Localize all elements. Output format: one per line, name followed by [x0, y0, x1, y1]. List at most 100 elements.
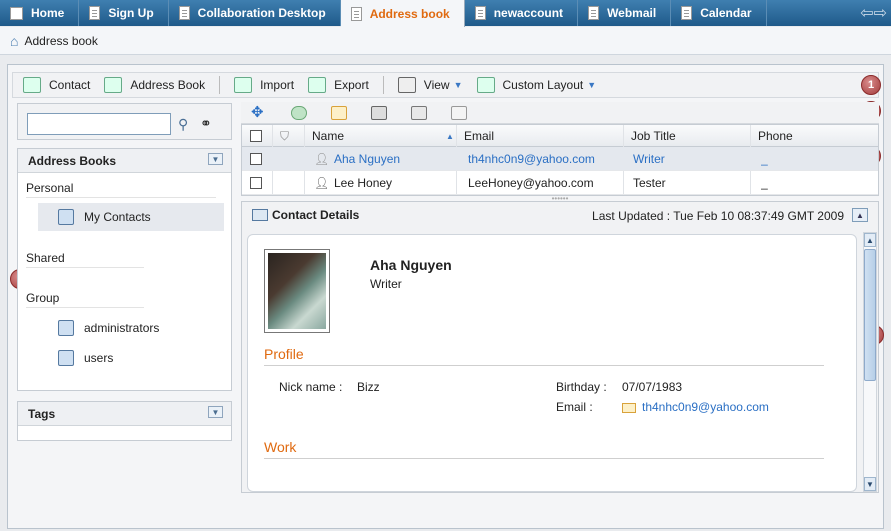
divider: [264, 458, 824, 459]
birthday-value: 07/07/1983: [622, 380, 683, 394]
contact-phone: _: [761, 176, 768, 190]
contact-icon: 👤︎: [314, 176, 330, 190]
scroll-up-icon[interactable]: ▲: [864, 233, 876, 247]
view-label: View: [423, 78, 450, 92]
tab-home[interactable]: Home: [0, 0, 80, 26]
contact-photo: [264, 249, 330, 333]
users-label: users: [84, 351, 114, 365]
binoculars-icon[interactable]: ⚭: [200, 115, 212, 132]
table-row[interactable]: 👤︎ Aha Nguyen th4nhc0n9@yahoo.com Writer…: [242, 147, 878, 171]
document-icon: [681, 6, 693, 20]
address-books-header: Address Books ▼: [18, 149, 231, 173]
last-updated-text: Last Updated : Tue Feb 10 08:37:49 GMT 2…: [592, 209, 844, 223]
import-icon: [234, 77, 253, 93]
tab-newaccount[interactable]: newaccount: [465, 0, 579, 26]
view-dropdown[interactable]: View ▼: [397, 77, 463, 93]
move-icon[interactable]: ✥: [251, 105, 267, 120]
sidebar-item-users[interactable]: users: [38, 344, 224, 372]
add-tag-icon[interactable]: [291, 105, 307, 120]
chevron-down-icon[interactable]: ▼: [208, 153, 223, 165]
contact-card: Aha Nguyen Writer Profile Nick name : Bi…: [247, 234, 857, 492]
import-label: Import: [260, 78, 295, 92]
email-label: Email :: [556, 400, 593, 414]
breadcrumb: ⌂ Address book: [0, 27, 891, 55]
export-button[interactable]: Export: [308, 77, 369, 93]
row-checkbox[interactable]: [250, 177, 262, 189]
nick-name-label: Nick name :: [279, 380, 343, 394]
contact-icon: [23, 77, 41, 93]
home-icon: [10, 6, 23, 20]
document-icon: [178, 6, 190, 20]
chevron-down-icon[interactable]: ▼: [208, 406, 223, 418]
import-button[interactable]: Import: [234, 77, 294, 93]
tab-address-book[interactable]: Address book: [340, 0, 465, 27]
tab-sign-up[interactable]: Sign Up: [79, 0, 169, 26]
contacts-table: ⛉ Name ▲ Email Job Title Phone 👤︎ Aha Ng…: [241, 124, 879, 196]
contact-email[interactable]: LeeHoney@yahoo.com: [468, 171, 618, 195]
group-label: Group: [26, 291, 60, 305]
row-checkbox[interactable]: [250, 153, 262, 165]
contact-details-header: Contact Details Last Updated : Tue Feb 1…: [242, 202, 878, 228]
column-name-label: Name: [312, 129, 345, 143]
copy-icon[interactable]: [451, 105, 467, 120]
search-input[interactable]: [27, 113, 171, 135]
address-book-icon: [58, 350, 74, 366]
collapse-up-icon[interactable]: ▲: [852, 208, 868, 222]
contact-name[interactable]: Lee Honey: [334, 171, 454, 195]
delete-icon[interactable]: [371, 105, 387, 120]
custom-layout-dropdown[interactable]: Custom Layout ▼: [476, 77, 596, 93]
tab-scroll-arrows[interactable]: ⇦ ⇨: [860, 0, 891, 26]
breadcrumb-label[interactable]: Address book: [24, 34, 97, 48]
address-book-icon: [58, 320, 74, 336]
arrow-right-icon[interactable]: ⇨: [874, 3, 887, 23]
send-email-icon[interactable]: [331, 105, 347, 120]
divider: [26, 197, 216, 198]
personal-group-label: Personal: [26, 181, 74, 195]
contact-job-title: Writer: [633, 152, 665, 166]
contact-details-panel: Contact Details Last Updated : Tue Feb 1…: [241, 201, 879, 493]
new-contact-button[interactable]: Contact: [23, 77, 90, 93]
table-row[interactable]: 👤︎ Lee Honey LeeHoney@yahoo.com Tester _: [242, 171, 878, 195]
new-address-book-button[interactable]: Address Book: [104, 77, 205, 93]
divider: [26, 307, 144, 308]
sidebar-item-administrators[interactable]: administrators: [38, 314, 224, 342]
export-icon: [308, 77, 327, 93]
contact-full-name: Aha Nguyen: [370, 257, 452, 273]
tab-collaboration-desktop[interactable]: Collaboration Desktop: [169, 0, 341, 26]
scrollbar-thumb[interactable]: [864, 249, 876, 381]
tab-webmail[interactable]: Webmail: [578, 0, 672, 26]
callout-marker: 1: [861, 75, 881, 95]
email-value[interactable]: th4nhc0n9@yahoo.com: [642, 400, 769, 414]
divider: [26, 267, 144, 268]
column-email-label: Email: [464, 129, 495, 143]
contact-phone: _: [761, 152, 768, 166]
arrow-left-icon[interactable]: ⇦: [860, 3, 873, 23]
scroll-down-icon[interactable]: ▼: [864, 477, 876, 491]
column-job-title[interactable]: Job Title: [631, 125, 751, 147]
export-label: Export: [334, 78, 369, 92]
tab-calendar[interactable]: Calendar: [671, 0, 767, 26]
select-all-checkbox[interactable]: [250, 130, 262, 142]
toolbar-divider: [382, 76, 384, 94]
contact-name[interactable]: Aha Nguyen: [334, 147, 454, 171]
tab-address-book-label: Address book: [369, 6, 450, 21]
tab-webmail-label: Webmail: [607, 6, 657, 20]
print-icon[interactable]: [411, 105, 427, 120]
sort-asc-icon: ▲: [446, 131, 454, 141]
sidebar-item-my-contacts[interactable]: My Contacts: [38, 203, 224, 231]
search-icon[interactable]: ⚲: [178, 116, 188, 133]
column-email[interactable]: Email: [464, 125, 624, 147]
home-icon[interactable]: ⌂: [10, 33, 18, 49]
profile-section-heading: Profile: [264, 346, 304, 362]
tab-bar: Home Sign Up Collaboration Desktop Addre…: [0, 0, 891, 27]
contact-card-icon: [252, 209, 268, 221]
tags-header: Tags ▼: [18, 402, 231, 426]
column-phone[interactable]: Phone: [758, 125, 858, 147]
tab-newaccount-label: newaccount: [493, 6, 564, 20]
contact-actions-toolbar: ✥: [241, 102, 879, 124]
contact-details-title: Contact Details: [272, 208, 360, 222]
column-name[interactable]: Name: [312, 125, 452, 147]
contact-email[interactable]: th4nhc0n9@yahoo.com: [468, 147, 618, 171]
email-link[interactable]: th4nhc0n9@yahoo.com: [622, 400, 769, 414]
details-scrollbar[interactable]: ▲ ▼: [863, 232, 877, 492]
